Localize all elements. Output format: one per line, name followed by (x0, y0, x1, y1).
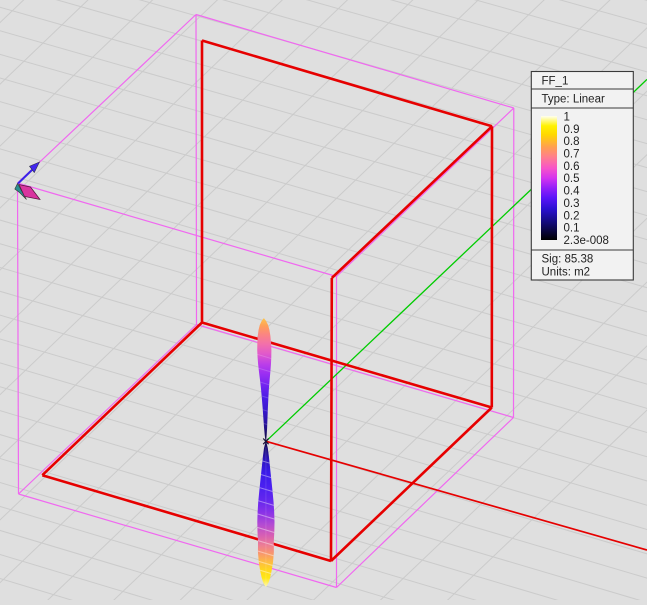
svg-text:0.1: 0.1 (564, 223, 580, 235)
svg-text:0.4: 0.4 (564, 186, 581, 198)
svg-text:Type: Linear: Type: Linear (542, 94, 605, 106)
svg-text:Sig: 85.38: Sig: 85.38 (542, 254, 594, 266)
svg-text:0.6: 0.6 (564, 161, 580, 173)
svg-text:FF_1: FF_1 (542, 76, 569, 88)
svg-text:2.3e-008: 2.3e-008 (564, 235, 609, 247)
svg-text:0.9: 0.9 (564, 124, 580, 136)
svg-text:0.7: 0.7 (564, 149, 580, 161)
svg-text:0.3: 0.3 (564, 198, 580, 210)
svg-text:0.5: 0.5 (564, 173, 580, 185)
svg-text:Units: m2: Units: m2 (542, 267, 591, 279)
svg-text:1: 1 (564, 112, 570, 124)
svg-text:0.8: 0.8 (564, 136, 580, 148)
svg-text:0.2: 0.2 (564, 210, 580, 222)
